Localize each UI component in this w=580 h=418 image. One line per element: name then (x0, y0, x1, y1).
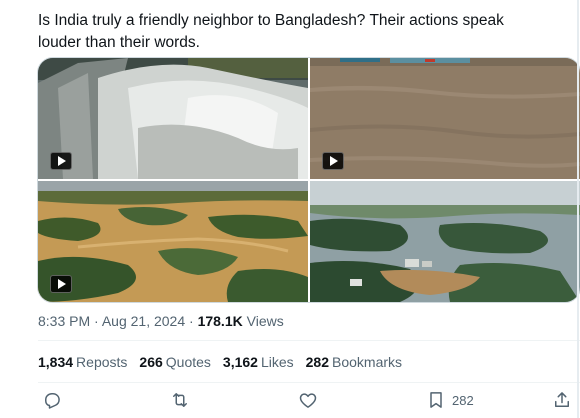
media-video-aerial-flood-fields[interactable] (38, 181, 308, 302)
reposts-stat[interactable]: 1,834 Reposts (38, 354, 127, 370)
tweet-meta: 8:33 PM · Aug 21, 2024 · 178.1K Views (38, 313, 284, 329)
quotes-count: 266 (139, 354, 163, 370)
likes-count: 3,162 (222, 354, 258, 370)
meta-separator: · (94, 313, 99, 329)
repost-icon (173, 393, 187, 407)
scrollbar[interactable] (577, 0, 579, 418)
heart-icon (299, 393, 317, 408)
aerial-flood-village-scene (310, 181, 580, 302)
aerial-flood-fields-scene (38, 181, 308, 302)
video-play-icon[interactable] (50, 275, 72, 293)
video-play-icon[interactable] (50, 152, 72, 170)
tweet-text-line-1: Is India truly a friendly neighbor to Ba… (38, 12, 504, 29)
tweet-date[interactable]: Aug 21, 2024 (102, 313, 185, 329)
tweet-text: Is India truly a friendly neighbor to Ba… (38, 10, 558, 54)
reposts-label: Reposts (76, 354, 128, 370)
bookmark-button[interactable]: 282 (426, 390, 474, 410)
bookmarks-stat[interactable]: 282 Bookmarks (306, 354, 402, 370)
meta-separator: · (189, 313, 194, 329)
bookmarks-label: Bookmarks (332, 354, 403, 370)
reply-icon (45, 393, 60, 409)
media-grid (37, 57, 580, 303)
dam-spillway-scene (38, 58, 308, 179)
media-video-dam-spillway[interactable] (38, 58, 308, 179)
reposts-count: 1,834 (38, 354, 74, 370)
quotes-stat[interactable]: 266 Quotes (139, 354, 211, 370)
repost-button[interactable] (170, 390, 190, 410)
bookmark-icon (430, 392, 442, 408)
flood-water-scene (310, 58, 580, 179)
divider (38, 340, 580, 341)
video-play-icon[interactable] (322, 152, 344, 170)
likes-label: Likes (260, 354, 294, 370)
tweet-text-line-2: louder than their words. (38, 34, 200, 51)
bookmarks-count: 282 (305, 354, 329, 370)
action-bar: 282 (38, 388, 569, 414)
share-button[interactable] (552, 390, 572, 410)
tweet-time[interactable]: 8:33 PM (38, 313, 90, 329)
media-image-aerial-flood-village[interactable] (310, 181, 580, 302)
likes-stat[interactable]: 3,162 Likes (223, 354, 294, 370)
views-count: 178.1K (197, 313, 243, 329)
divider (38, 382, 580, 383)
quotes-label: Quotes (165, 354, 211, 370)
reply-button[interactable] (42, 390, 62, 410)
engagement-stats: 1,834 Reposts 266 Quotes 3,162 Likes 282 Boo… (38, 354, 402, 370)
bookmark-count: 282 (452, 392, 474, 408)
share-icon (555, 392, 569, 407)
views-label: Views (246, 313, 284, 329)
like-button[interactable] (298, 390, 318, 410)
media-video-flood-water[interactable] (310, 58, 580, 179)
